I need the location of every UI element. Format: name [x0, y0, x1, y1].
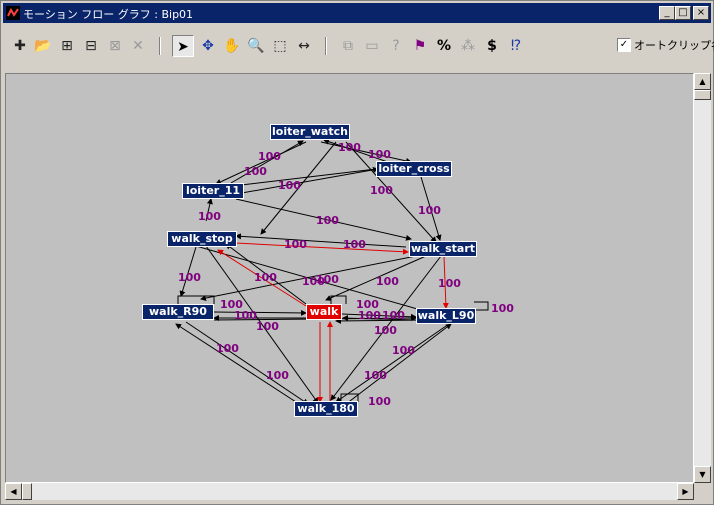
zoom-icon[interactable]: 🔍 — [245, 35, 267, 57]
red-edges — [215, 241, 449, 403]
edge-weight: 100 — [418, 204, 441, 217]
edge-weight: 100 — [316, 214, 339, 227]
node-walk-180[interactable]: walk_180 — [294, 401, 358, 417]
fit-width-icon[interactable]: ↔ — [293, 35, 315, 57]
app-icon — [6, 6, 20, 20]
dots-icon[interactable]: ⁂ — [457, 35, 479, 57]
script-step-icon[interactable]: ⊟ — [80, 35, 102, 57]
rectangle-icon[interactable]: ▭ — [361, 35, 383, 57]
edge-weight: 100 — [244, 165, 267, 178]
horizontal-scroll-thumb[interactable] — [22, 483, 32, 500]
dollar-icon[interactable]: $ — [481, 35, 503, 57]
edge-weight: 100 — [392, 344, 415, 357]
scrollbar-corner — [694, 483, 711, 500]
horizontal-scrollbar[interactable]: ◀ ▶ — [5, 483, 694, 500]
delete-icon[interactable]: ✕ — [127, 35, 149, 57]
node-walk[interactable]: walk — [306, 304, 342, 320]
edge-weight: 100 — [216, 342, 239, 355]
node-loiter-11[interactable]: loiter_11 — [182, 183, 244, 199]
toolbar-separator — [159, 37, 161, 55]
toolbar-separator — [325, 37, 327, 55]
auto-clip-checkbox[interactable]: ✓ — [617, 38, 631, 52]
edge-weight: 100 — [178, 271, 201, 284]
edge-weight: 100 — [284, 238, 307, 251]
zoom-region-icon[interactable]: ⬚ — [269, 35, 291, 57]
pan-hand-icon[interactable]: ✋ — [221, 35, 243, 57]
minimize-button[interactable]: _ — [659, 6, 675, 20]
edge-weight: 100 — [198, 210, 221, 223]
script-question-icon[interactable]: ⁉ — [505, 35, 527, 57]
node-walk-start[interactable]: walk_start — [409, 241, 477, 257]
edge-weight: 100 — [358, 309, 381, 322]
new-transition-icon[interactable]: ✚ — [9, 35, 31, 57]
insert-script-icon[interactable]: ⊞ — [56, 35, 78, 57]
edge-weight: 100 — [316, 273, 339, 286]
edge-weight: 100 — [376, 275, 399, 288]
edge-weight: 100 — [338, 141, 361, 154]
move-icon[interactable]: ✥ — [197, 35, 219, 57]
question-icon[interactable]: ? — [385, 35, 407, 57]
auto-clip-label: オートクリップ名 — [634, 39, 714, 52]
vertical-scrollbar[interactable]: ▲ ▼ — [694, 73, 711, 483]
edge-weight: 100 — [382, 309, 405, 322]
node-walk-r90[interactable]: walk_R90 — [142, 304, 214, 320]
edge-weight: 100 — [374, 324, 397, 337]
graph-edges — [175, 138, 489, 405]
edge-weight: 100 — [343, 238, 366, 251]
edge-weight: 100 — [256, 320, 279, 333]
edge-weight: 100 — [438, 277, 461, 290]
select-arrow-icon[interactable]: ➤ — [172, 35, 194, 57]
edge-weight: 100 — [368, 395, 391, 408]
window-title: モーション フロー グラフ : Bip01 — [23, 8, 194, 21]
title-bar[interactable]: モーション フロー グラフ : Bip01 _ □ × — [3, 3, 711, 23]
node-walk-stop[interactable]: walk_stop — [167, 231, 237, 247]
graph-canvas[interactable]: loiter_watch loiter_cross loiter_11 walk… — [5, 73, 694, 483]
auto-clip-name-option[interactable]: ✓ オートクリップ名 — [617, 37, 714, 53]
edge-weight: 100 — [266, 369, 289, 382]
edge-weight: 100 — [491, 302, 514, 315]
copy-icon[interactable]: ⧉ — [337, 35, 359, 57]
node-loiter-watch[interactable]: loiter_watch — [270, 124, 350, 140]
edge-weight: 100 — [370, 184, 393, 197]
edge-weight: 100 — [364, 369, 387, 382]
edge-weight: 100 — [254, 271, 277, 284]
close-button[interactable]: × — [693, 6, 709, 20]
motion-flow-graph-window: モーション フロー グラフ : Bip01 _ □ × ✚ 📂 ⊞ ⊟ ⊠ ✕ … — [0, 0, 714, 505]
random-icon[interactable]: ⊠ — [104, 35, 126, 57]
vertical-scroll-thumb[interactable] — [694, 90, 711, 100]
flag-pointer-icon[interactable]: ⚑ — [409, 35, 431, 57]
black-edges — [175, 138, 489, 405]
edge-weight: 100 — [258, 150, 281, 163]
toolbar: ✚ 📂 ⊞ ⊟ ⊠ ✕ ➤ ✥ ✋ 🔍 ⬚ ↔ ⧉ ▭ ? ⚑ % ⁂ $ ⁉ … — [3, 27, 714, 67]
edge-weight: 100 — [234, 309, 257, 322]
node-loiter-cross[interactable]: loiter_cross — [376, 161, 452, 177]
percent-icon[interactable]: % — [433, 35, 455, 57]
scroll-left-arrow-icon[interactable]: ◀ — [5, 483, 22, 500]
scroll-right-arrow-icon[interactable]: ▶ — [677, 483, 694, 500]
maximize-button[interactable]: □ — [675, 6, 691, 20]
node-walk-l90[interactable]: walk_L90 — [416, 308, 476, 324]
open-folder-icon[interactable]: 📂 — [32, 35, 54, 57]
scroll-up-arrow-icon[interactable]: ▲ — [694, 73, 711, 90]
edge-weight: 100 — [278, 179, 301, 192]
scroll-down-arrow-icon[interactable]: ▼ — [694, 466, 711, 483]
edge-weight: 100 — [368, 148, 391, 161]
